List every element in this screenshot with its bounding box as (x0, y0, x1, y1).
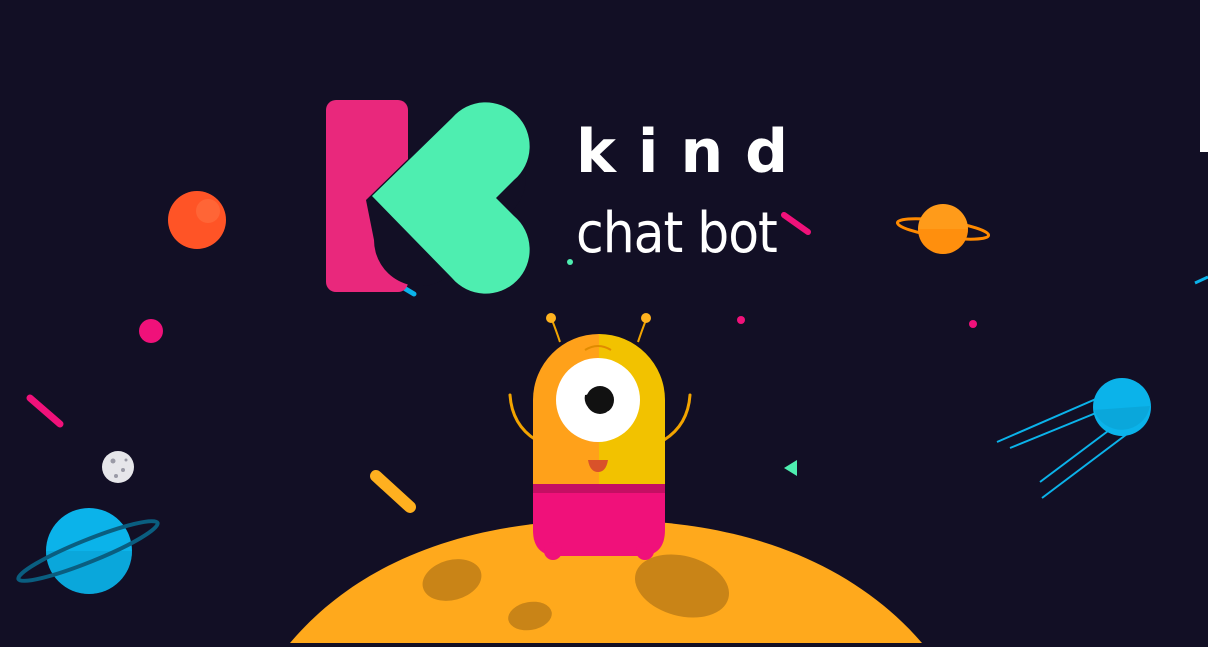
pink-dot-small (737, 316, 745, 324)
pink-dot (139, 319, 163, 343)
brand-tagline: chat bot (576, 201, 778, 266)
satellite-icon (996, 378, 1151, 499)
asteroid-icon (102, 451, 134, 483)
white-edge-block (1200, 0, 1208, 152)
yellow-dash (370, 470, 416, 513)
space-illustration (16, 100, 1208, 643)
pink-dash-small (781, 212, 811, 235)
robot-mascot-icon (508, 313, 692, 560)
blue-dash-edge (1194, 275, 1208, 285)
brand-name: kind (576, 117, 811, 187)
pink-dash (26, 394, 64, 428)
blue-planet-icon (16, 508, 160, 594)
green-dot (567, 259, 573, 265)
pink-dot-small (969, 320, 977, 328)
ringed-planet-icon (895, 204, 991, 254)
kind-logo-icon (326, 100, 530, 294)
red-planet-icon (168, 191, 226, 249)
blue-dash (401, 285, 417, 297)
hero-scene: kind chat bot (0, 0, 1208, 643)
green-triangle (784, 460, 797, 476)
